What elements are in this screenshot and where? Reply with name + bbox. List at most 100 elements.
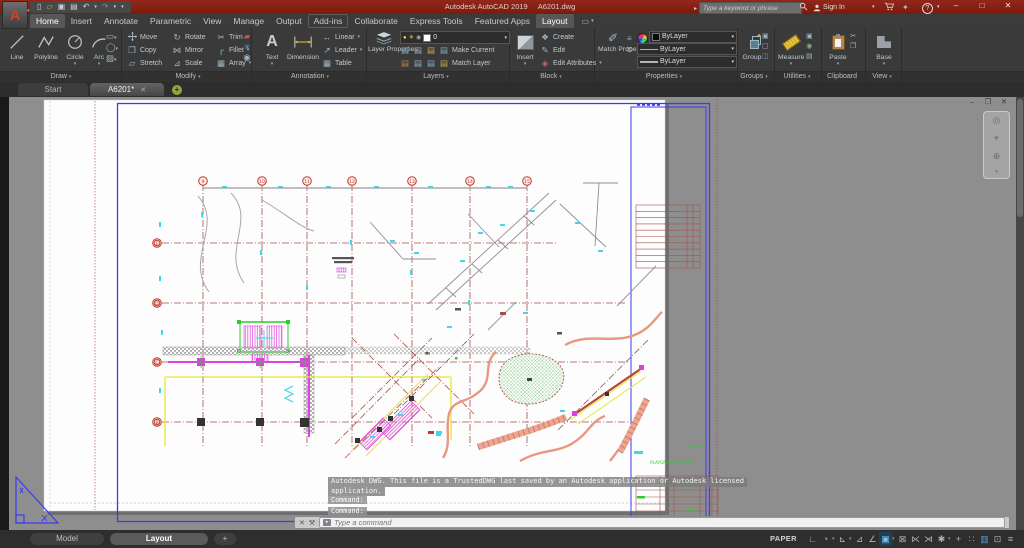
search-icon[interactable] bbox=[799, 2, 808, 14]
isodraft-icon[interactable]: ⊿ bbox=[853, 532, 866, 546]
ribbon-display-toggle[interactable]: ▭ ▾ bbox=[582, 17, 594, 26]
ellipse-icon[interactable]: ◯▾ bbox=[106, 43, 118, 52]
modify-extra-tools[interactable]: ▰ ✳ ◉ bbox=[242, 32, 252, 62]
linetype-dropdown[interactable]: ByLayer ▾ bbox=[637, 43, 737, 55]
navbar-caret-icon[interactable]: ▾ bbox=[995, 169, 998, 175]
workspace-gear-icon[interactable]: ✱ bbox=[935, 532, 948, 546]
search-expand-icon[interactable]: ▸ bbox=[694, 5, 697, 12]
layer-properties-tool[interactable]: Layer Properties bbox=[368, 30, 418, 53]
scrollbar-thumb[interactable] bbox=[1017, 99, 1023, 217]
base-view-tool[interactable]: Base ▾ bbox=[872, 30, 896, 67]
quick-calc-icon[interactable]: ▤ bbox=[806, 52, 813, 60]
store-cart-icon[interactable] bbox=[884, 2, 895, 14]
command-recent-icon[interactable]: ▸ bbox=[323, 519, 332, 526]
explode-icon[interactable]: ✳ bbox=[242, 42, 252, 52]
hatch-icon[interactable]: ▨▾ bbox=[106, 54, 117, 63]
tab-add-ins[interactable]: Add-ins bbox=[308, 14, 349, 28]
search-input[interactable]: Type a keyword or phrase bbox=[699, 2, 803, 14]
copy-tool[interactable]: ❐ Copy bbox=[127, 44, 156, 56]
make-current-tool[interactable]: ▤ ▤ ▤ ▤ Make Current bbox=[400, 44, 494, 56]
doc-restore-icon[interactable]: ❐ bbox=[982, 97, 994, 106]
clipboard-extra-tools[interactable]: ✂ ❐ bbox=[850, 32, 856, 50]
doc-minimize-icon[interactable]: – bbox=[966, 97, 978, 106]
quick-select-icon[interactable]: ◉ bbox=[806, 42, 812, 50]
insert-block-tool[interactable]: Insert ▾ bbox=[513, 30, 537, 67]
zoom-extents-icon[interactable]: ⊕ bbox=[993, 151, 1001, 162]
command-input-bar[interactable]: ✕ ⚒ ▸ Type a command bbox=[294, 516, 1010, 529]
move-tool[interactable]: Move bbox=[127, 31, 157, 43]
layer-dropdown[interactable]: ● ☀ ◉ 0 ▾ bbox=[400, 31, 510, 44]
rectangle-icon[interactable]: ▭▾ bbox=[106, 32, 117, 41]
command-input[interactable]: ▸ Type a command bbox=[319, 517, 1005, 528]
tab-home[interactable]: Home bbox=[30, 14, 65, 28]
file-tab-start[interactable]: Start bbox=[18, 83, 88, 96]
group-extra-tools[interactable]: ▣ ▢ ◫ bbox=[762, 32, 769, 60]
match-layer-tool[interactable]: ▤ ▤ ▤ ▤ Match Layer bbox=[400, 57, 491, 69]
selection-filter-icon[interactable]: ⋊ bbox=[922, 532, 935, 546]
erase-icon[interactable]: ▰ bbox=[242, 32, 252, 41]
rotate-tool[interactable]: ↻ Rotate bbox=[172, 31, 205, 43]
grid-snap-icon[interactable]: ∟ bbox=[806, 532, 819, 546]
new-layout-button[interactable]: + bbox=[214, 532, 236, 545]
copy-clip-icon[interactable]: ❐ bbox=[850, 42, 856, 50]
undo-icon[interactable]: ↶ bbox=[83, 3, 90, 11]
tab-output[interactable]: Output bbox=[270, 14, 308, 28]
object-snap-tracking-icon[interactable]: ∠ bbox=[866, 532, 879, 546]
sign-in-caret-icon[interactable]: ▾ bbox=[872, 2, 875, 13]
redo-icon[interactable]: ↷ bbox=[102, 3, 109, 11]
create-block-tool[interactable]: ❖ Create bbox=[540, 31, 574, 43]
cut-icon[interactable]: ✂ bbox=[850, 32, 856, 40]
utilities-extra-tools[interactable]: ▣ ◉ ▤ bbox=[806, 32, 813, 60]
application-menu-caret-icon[interactable]: ▾ bbox=[27, 8, 30, 14]
annotation-monitor-icon[interactable]: ▥ bbox=[978, 532, 991, 546]
close-button[interactable]: ✕ bbox=[998, 0, 1018, 12]
id-point-icon[interactable]: ▣ bbox=[806, 32, 813, 40]
properties-panel-label[interactable]: Properties ▾ bbox=[624, 72, 704, 82]
line-tool[interactable]: Line bbox=[4, 30, 30, 62]
tab-insert[interactable]: Insert bbox=[65, 14, 98, 28]
open-icon[interactable]: ▱ bbox=[46, 3, 52, 11]
draw-panel-label[interactable]: Draw ▾ bbox=[20, 72, 102, 82]
annotation-scale-icon[interactable]: + bbox=[952, 532, 965, 546]
help-icon[interactable]: ? bbox=[922, 2, 933, 14]
vertical-scrollbar[interactable] bbox=[1016, 97, 1024, 530]
list-tools[interactable]: ≡ ≣ bbox=[626, 34, 633, 54]
tab-parametric[interactable]: Parametric bbox=[144, 14, 197, 28]
dimension-tool[interactable]: Dimension bbox=[286, 30, 320, 62]
layers-panel-label[interactable]: Layers ▾ bbox=[396, 72, 476, 82]
drawing-viewport[interactable]: 9 10 11 12 13 14 15 ED CB PLAYGROUND PLA… bbox=[0, 97, 1024, 530]
lineweight-dropdown[interactable]: ByLayer ▾ bbox=[637, 55, 737, 68]
file-tab-document[interactable]: A6201* ✕ bbox=[90, 83, 164, 96]
stretch-tool[interactable]: ▱ Stretch bbox=[127, 57, 162, 69]
dynamic-input-icon[interactable]: ◔ bbox=[819, 532, 832, 546]
paste-tool[interactable]: Paste ▾ bbox=[826, 30, 850, 67]
measure-tool[interactable]: Measure ▾ bbox=[778, 30, 804, 67]
redo-caret-icon[interactable]: ▾ bbox=[114, 4, 117, 10]
match-properties-tool[interactable]: ✐ Match Properties bbox=[598, 30, 649, 53]
tab-annotate[interactable]: Annotate bbox=[98, 14, 144, 28]
draw-extra-tools[interactable]: ▭▾ ◯▾ ▨▾ bbox=[106, 32, 118, 63]
group-edit-icon[interactable]: ▢ bbox=[762, 42, 769, 50]
polyline-tool[interactable]: Polyline bbox=[31, 30, 61, 62]
circle-tool[interactable]: Circle ▾ bbox=[62, 30, 88, 67]
scale-tool[interactable]: ⊿ Scale bbox=[172, 57, 202, 69]
table-tool[interactable]: ▦ Table bbox=[322, 57, 352, 69]
tab-express-tools[interactable]: Express Tools bbox=[404, 14, 469, 28]
minimize-button[interactable]: – bbox=[946, 0, 966, 12]
a360-icon[interactable]: ✦ bbox=[902, 2, 909, 13]
offset-icon[interactable]: ◉ bbox=[242, 53, 252, 62]
close-command-icon[interactable]: ✕ bbox=[299, 519, 305, 527]
customize-command-icon[interactable]: ⚒ bbox=[309, 519, 315, 527]
tab-layout[interactable]: Layout bbox=[535, 14, 574, 28]
doc-close-icon[interactable]: ✕ bbox=[998, 97, 1010, 106]
new-drawing-tab-button[interactable]: + bbox=[172, 85, 182, 95]
close-tab-icon[interactable]: ✕ bbox=[140, 86, 146, 94]
maximize-button[interactable]: □ bbox=[972, 0, 992, 12]
annotation-panel-label[interactable]: Annotation ▾ bbox=[270, 72, 350, 82]
linear-tool[interactable]: ↔ Linear ▾ bbox=[322, 31, 360, 43]
modify-panel-label[interactable]: Modify ▾ bbox=[148, 72, 228, 82]
model-tab[interactable]: Model bbox=[30, 532, 104, 545]
selection-cycling-icon[interactable]: ⋉ bbox=[909, 532, 922, 546]
pan-icon[interactable]: ⌖ bbox=[994, 133, 999, 144]
sign-in-button[interactable]: Sign In bbox=[813, 2, 845, 13]
